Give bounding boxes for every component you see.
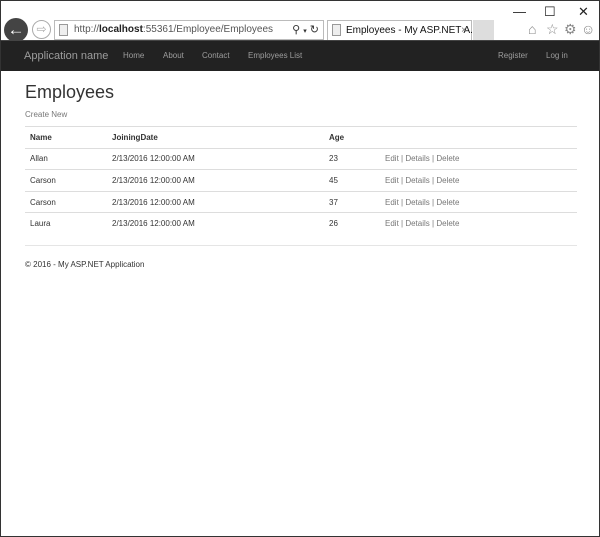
home-icon[interactable]: ⌂ [528,21,536,37]
delete-link[interactable]: Delete [436,176,459,185]
cell-name: Carson [25,169,107,192]
page-icon [59,24,68,36]
url-host: localhost [99,24,143,35]
nav-login[interactable]: Log in [546,41,568,71]
nav-employees-list[interactable]: Employees List [248,41,302,71]
table-row: Carson 2/13/2016 12:00:00 AM 37 Edit | D… [25,190,577,213]
edit-link[interactable]: Edit [385,154,399,163]
address-bar[interactable]: http://localhost:55361/Employee/Employee… [54,20,324,40]
navbar: Application name Home About Contact Empl… [1,40,599,71]
back-button[interactable]: ← [4,18,28,42]
gear-icon[interactable]: ⚙ [564,21,577,38]
cell-actions: Edit | Details | Delete [380,190,577,213]
favorites-star-icon[interactable]: ☆ [546,21,559,38]
col-joiningdate: JoiningDate [107,126,324,149]
delete-link[interactable]: Delete [436,219,459,228]
table-row: Carson 2/13/2016 12:00:00 AM 45 Edit | D… [25,169,577,192]
cell-name: Allan [25,147,107,170]
cell-actions: Edit | Details | Delete [380,169,577,192]
close-window-icon[interactable]: ✕ [578,4,589,20]
tab-title: Employees - My ASP.NET A... [346,25,479,36]
cell-actions: Edit | Details | Delete [380,212,577,235]
smiley-icon[interactable]: ☺ [581,21,595,37]
url-path: :55361/Employee/Employees [142,24,273,35]
nav-register[interactable]: Register [498,41,528,71]
cell-joiningdate: 2/13/2016 12:00:00 AM [107,190,324,213]
cell-name: Carson [25,190,107,213]
delete-link[interactable]: Delete [436,154,459,163]
refresh-icon[interactable]: ↻ [310,24,319,36]
table-row: Allan 2/13/2016 12:00:00 AM 23 Edit | De… [25,147,577,170]
edit-link[interactable]: Edit [385,176,399,185]
maximize-icon[interactable]: ☐ [544,4,556,20]
nav-home[interactable]: Home [123,41,144,71]
delete-link[interactable]: Delete [436,198,459,207]
employees-table: Name JoiningDate Age Allan 2/13/2016 12:… [25,126,577,235]
url-prefix: http:// [74,24,100,35]
details-link[interactable]: Details [405,176,429,185]
cell-actions: Edit | Details | Delete [380,147,577,170]
cell-age: 37 [324,190,380,213]
forward-button[interactable]: ⇨ [32,20,51,39]
cell-age: 23 [324,147,380,170]
col-age: Age [324,126,380,149]
minimize-icon[interactable]: — [513,4,526,19]
cell-age: 26 [324,212,380,235]
col-name: Name [25,126,107,149]
cell-joiningdate: 2/13/2016 12:00:00 AM [107,212,324,235]
tab-employees[interactable]: Employees - My ASP.NET A... × [327,20,478,40]
table-row: Laura 2/13/2016 12:00:00 AM 26 Edit | De… [25,212,577,235]
footer-divider [25,245,577,247]
cell-age: 45 [324,169,380,192]
browser-window: ← ⇨ http://localhost:55361/Employee/Empl… [0,0,600,537]
details-link[interactable]: Details [405,219,429,228]
details-link[interactable]: Details [405,154,429,163]
main-content: Employees Create New Name JoiningDate Ag… [25,71,577,269]
dropdown-icon[interactable]: ▾ [303,28,307,35]
close-tab-icon[interactable]: × [461,21,467,40]
cell-joiningdate: 2/13/2016 12:00:00 AM [107,147,324,170]
tab-page-icon [332,24,341,36]
details-link[interactable]: Details [405,198,429,207]
nav-contact[interactable]: Contact [202,41,230,71]
col-actions [380,126,577,149]
search-icon[interactable]: ⚲ [292,24,300,36]
page-title: Employees [25,82,115,102]
create-new-link[interactable]: Create New [25,110,577,119]
table-header: Name JoiningDate Age [25,126,577,149]
footer-text: © 2016 - My ASP.NET Application [25,260,145,270]
edit-link[interactable]: Edit [385,219,399,228]
cell-name: Laura [25,212,107,235]
new-tab-button[interactable] [473,20,494,40]
cell-joiningdate: 2/13/2016 12:00:00 AM [107,169,324,192]
brand-link[interactable]: Application name [24,41,108,71]
browser-toolbar: ← ⇨ http://localhost:55361/Employee/Empl… [1,1,599,42]
nav-about[interactable]: About [163,41,184,71]
edit-link[interactable]: Edit [385,198,399,207]
